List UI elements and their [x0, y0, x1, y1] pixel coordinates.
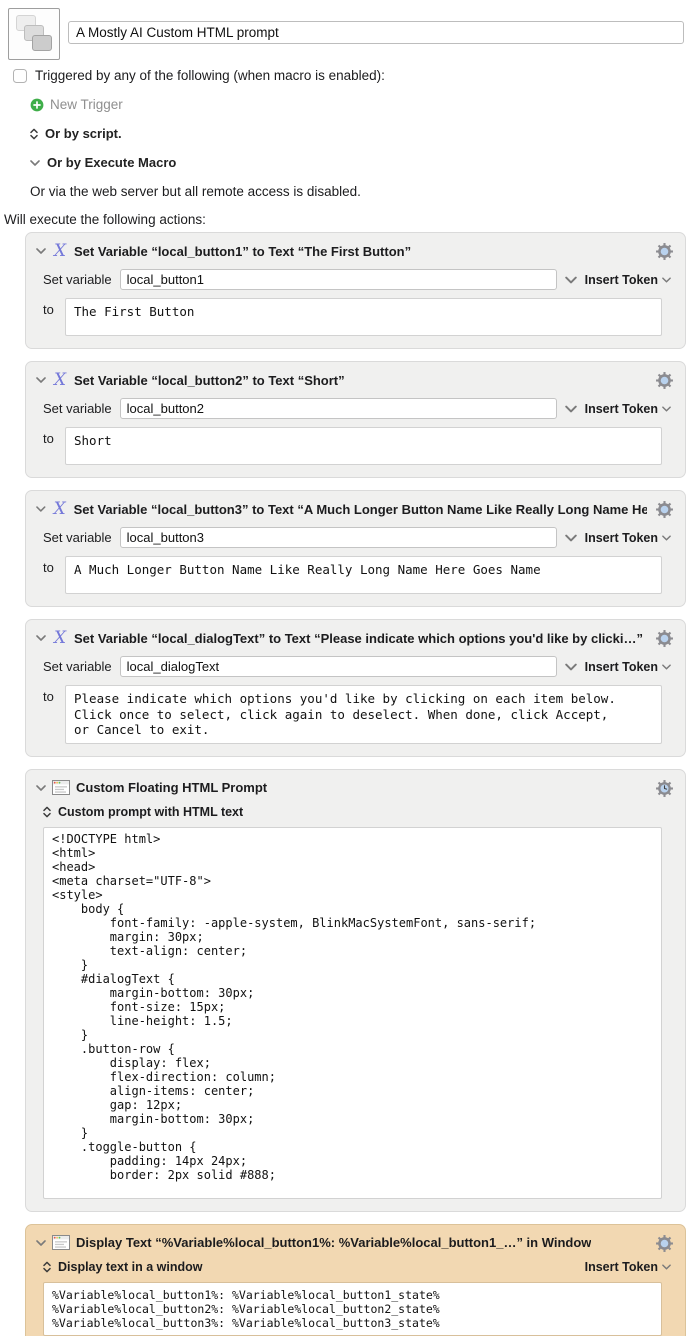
action-header: X Set Variable “local_button2” to Text “…: [36, 371, 673, 389]
updown-chevron-icon: [43, 1261, 51, 1273]
variable-dropdown-chevron-icon[interactable]: [565, 403, 577, 415]
chevron-down-icon: [662, 664, 671, 670]
action-title: Display Text “%Variable%local_button1%: …: [76, 1235, 592, 1250]
action-title: Set Variable “local_button3” to Text “A …: [73, 501, 647, 517]
chevron-down-icon: [662, 277, 671, 283]
to-label: to: [43, 689, 54, 704]
action-set-variable-4[interactable]: X Set Variable “local_dialogText” to Tex…: [25, 619, 686, 757]
or-by-script-popup[interactable]: Or by script.: [30, 126, 690, 141]
variable-dropdown-chevron-icon[interactable]: [565, 661, 577, 673]
variable-action-icon: X: [53, 499, 66, 519]
macro-header: [0, 0, 690, 60]
collapse-chevron-icon[interactable]: [36, 506, 46, 512]
action-set-variable-2[interactable]: X Set Variable “local_button2” to Text “…: [25, 361, 686, 478]
gear-icon[interactable]: [655, 242, 674, 261]
insert-token-button[interactable]: Insert Token: [585, 1260, 671, 1274]
window-icon: [52, 1235, 70, 1250]
variable-name-input[interactable]: [119, 656, 557, 677]
variable-value-textarea[interactable]: The First Button: [65, 298, 662, 336]
updown-chevron-icon: [30, 128, 38, 140]
set-variable-label: Set variable: [43, 530, 112, 545]
new-trigger-button[interactable]: New Trigger: [30, 97, 690, 112]
html-code-textarea[interactable]: <!DOCTYPE html> <html> <head> <meta char…: [43, 826, 662, 1199]
variable-value-textarea[interactable]: Short: [65, 427, 662, 465]
gear-icon[interactable]: [655, 500, 674, 519]
variable-dropdown-chevron-icon[interactable]: [565, 274, 577, 286]
will-execute-label: Will execute the following actions:: [4, 212, 206, 227]
variable-name-input[interactable]: [119, 398, 557, 419]
action-title: Set Variable “local_dialogText” to Text …: [74, 630, 643, 646]
action-header: Display Text “%Variable%local_button1%: …: [36, 1234, 673, 1252]
chevron-down-icon: [662, 406, 671, 412]
triggered-label: Triggered by any of the following (when …: [35, 68, 385, 83]
set-variable-label: Set variable: [43, 272, 112, 287]
display-mode-popup[interactable]: Display text in a window: [58, 1260, 202, 1274]
triggered-checkbox[interactable]: [13, 68, 27, 83]
gear-icon[interactable]: [655, 1234, 674, 1253]
plus-circle-icon: [30, 98, 44, 112]
action-custom-html-prompt[interactable]: Custom Floating HTML Prompt Custom promp…: [25, 768, 686, 1212]
variable-value-textarea[interactable]: A Much Longer Button Name Like Really Lo…: [65, 556, 662, 594]
or-by-execute-macro-disclosure[interactable]: Or by Execute Macro: [30, 155, 690, 170]
variable-action-icon: X: [53, 370, 67, 390]
collapse-chevron-icon[interactable]: [36, 635, 46, 641]
macro-icon-key: [32, 35, 52, 51]
variable-name-input[interactable]: [119, 527, 557, 548]
action-title: Set Variable “local_button1” to Text “Th…: [74, 243, 412, 259]
macro-icon[interactable]: [8, 8, 60, 60]
gear-icon[interactable]: [655, 371, 674, 390]
collapse-chevron-icon[interactable]: [36, 377, 46, 383]
display-text-textarea[interactable]: %Variable%local_button1%: %Variable%loca…: [43, 1281, 662, 1336]
variable-action-icon: X: [53, 241, 67, 261]
to-label: to: [43, 431, 54, 446]
action-header: Custom Floating HTML Prompt: [36, 779, 673, 797]
variable-value-textarea[interactable]: Please indicate which options you'd like…: [65, 685, 662, 744]
action-header: X Set Variable “local_dialogText” to Tex…: [36, 629, 673, 647]
insert-token-button[interactable]: Insert Token: [585, 531, 671, 545]
action-set-variable-1[interactable]: X Set Variable “local_button1” to Text “…: [25, 232, 686, 349]
action-set-variable-3[interactable]: X Set Variable “local_button3” to Text “…: [25, 490, 686, 607]
variable-action-icon: X: [53, 628, 67, 648]
web-server-note: Or via the web server but all remote acc…: [30, 184, 361, 199]
insert-token-button[interactable]: Insert Token: [585, 660, 671, 674]
insert-token-button[interactable]: Insert Token: [585, 402, 671, 416]
new-trigger-label: New Trigger: [50, 97, 123, 112]
prompt-mode-popup[interactable]: Custom prompt with HTML text: [58, 805, 243, 819]
action-title: Set Variable “local_button2” to Text “Sh…: [74, 372, 345, 388]
macro-title-input[interactable]: [68, 21, 684, 44]
action-header: X Set Variable “local_button3” to Text “…: [36, 500, 673, 518]
collapse-chevron-icon[interactable]: [36, 248, 46, 254]
action-display-text[interactable]: Display Text “%Variable%local_button1%: …: [25, 1223, 686, 1336]
collapse-chevron-icon[interactable]: [36, 1240, 46, 1246]
action-title: Custom Floating HTML Prompt: [76, 780, 268, 795]
gear-icon[interactable]: [655, 629, 674, 648]
gear-timeout-icon[interactable]: [655, 779, 674, 798]
action-header: X Set Variable “local_button1” to Text “…: [36, 242, 673, 260]
chevron-down-icon: [30, 160, 40, 166]
or-by-script-label: Or by script.: [45, 126, 122, 141]
updown-chevron-icon: [43, 806, 51, 818]
set-variable-label: Set variable: [43, 401, 112, 416]
set-variable-label: Set variable: [43, 659, 112, 674]
variable-name-input[interactable]: [119, 269, 557, 290]
triggered-row: Triggered by any of the following (when …: [13, 68, 690, 83]
or-by-execute-macro-label: Or by Execute Macro: [47, 155, 177, 170]
to-label: to: [43, 302, 54, 317]
chevron-down-icon: [662, 535, 671, 541]
to-label: to: [43, 560, 54, 575]
chevron-down-icon: [662, 1264, 671, 1270]
window-icon: [52, 780, 70, 795]
collapse-chevron-icon[interactable]: [36, 785, 46, 791]
insert-token-button[interactable]: Insert Token: [585, 273, 671, 287]
variable-dropdown-chevron-icon[interactable]: [565, 532, 577, 544]
